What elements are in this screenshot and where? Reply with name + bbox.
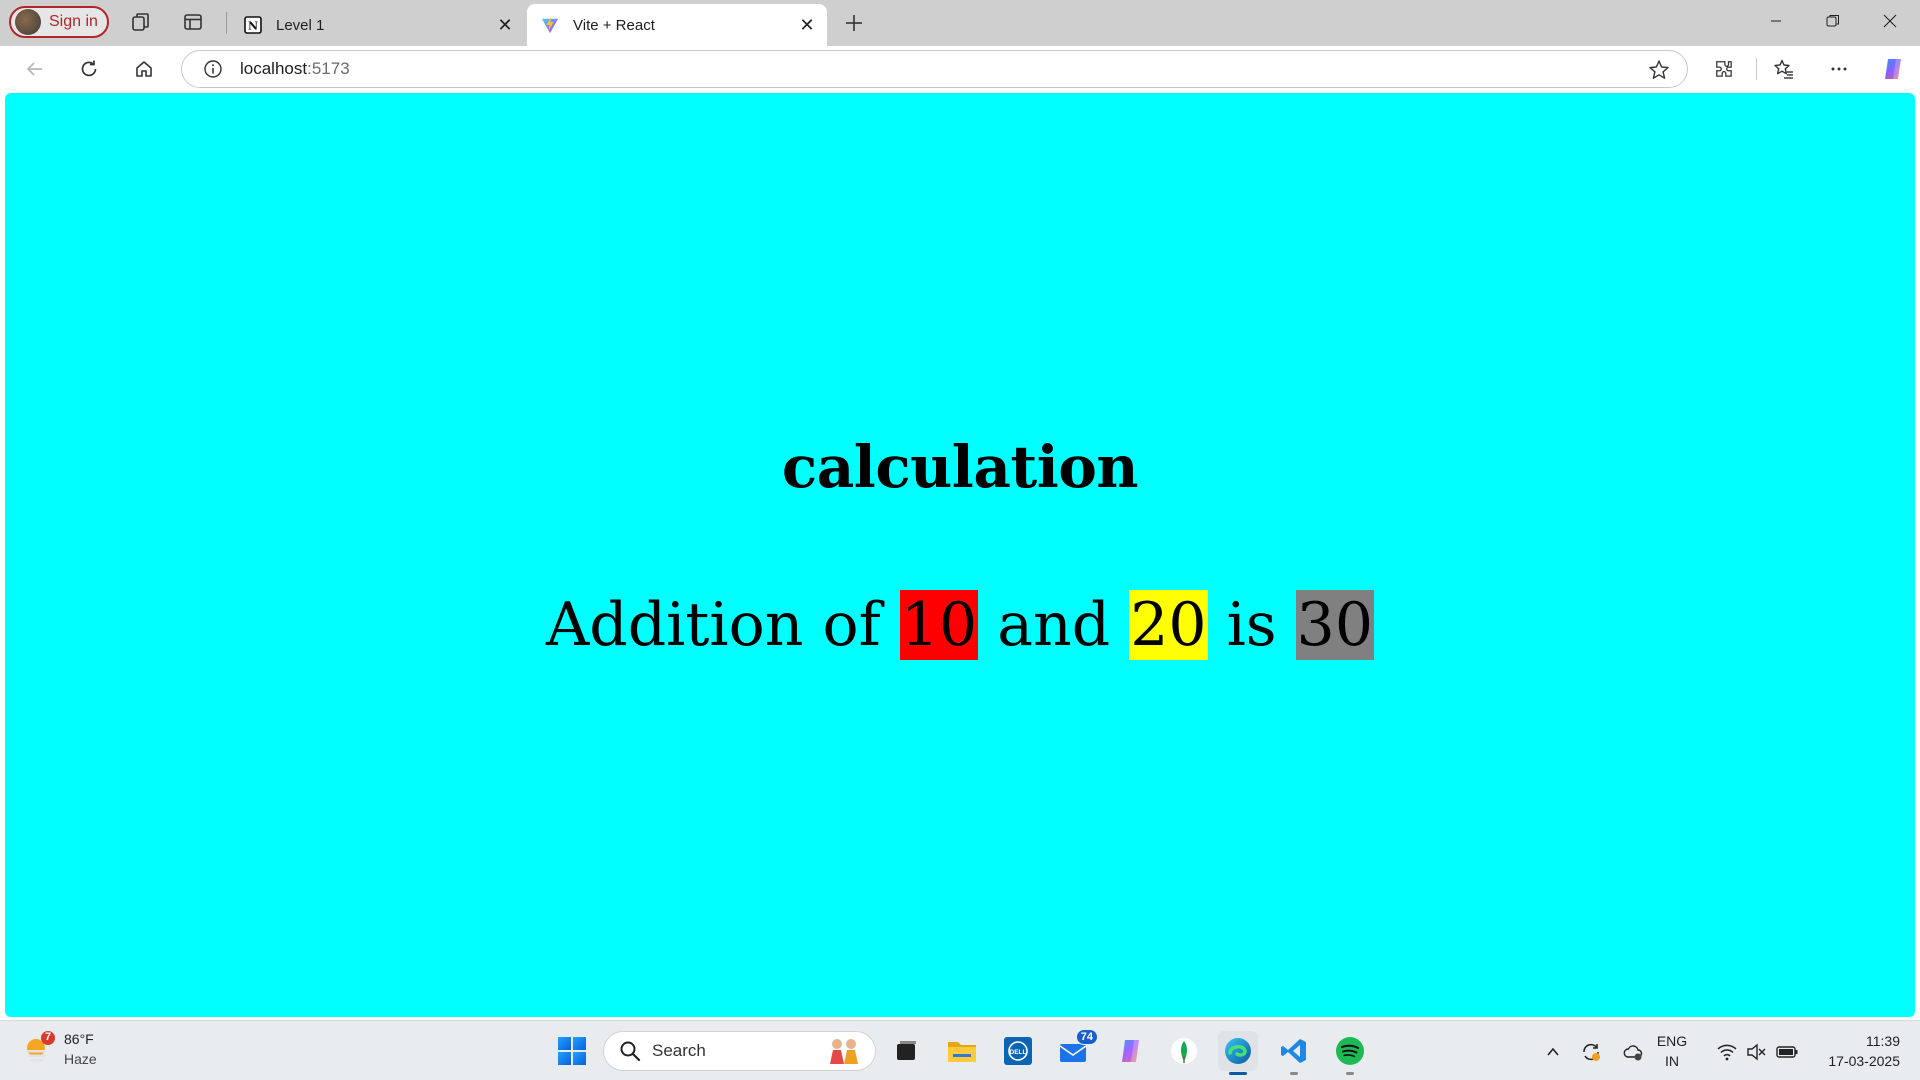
more-options-icon[interactable] <box>1822 52 1856 86</box>
sentence-prefix: Addition of <box>545 590 900 660</box>
cloud-status-icon[interactable] <box>1620 1039 1646 1065</box>
copilot-app-icon[interactable] <box>1110 1031 1150 1071</box>
tab-title: Vite + React <box>573 16 655 34</box>
navigation-toolbar: localhost:5173 <box>0 46 1920 90</box>
workspaces-icon[interactable] <box>126 9 156 35</box>
sentence-is: is <box>1207 590 1296 660</box>
notion-icon: N <box>244 16 262 34</box>
addition-sentence: Addition of 10 and 20 is 30 <box>5 590 1915 660</box>
favorite-star-icon[interactable] <box>1647 58 1671 82</box>
url-text[interactable]: localhost:5173 <box>240 59 350 79</box>
search-highlight-icon <box>827 1036 861 1066</box>
title-bar: Sign in N Level 1 ✕ Vite + React ✕ <box>0 0 1920 46</box>
sentence-and: and <box>978 590 1130 660</box>
tab-separator <box>226 12 227 34</box>
weather-condition: Haze <box>64 1051 97 1067</box>
wifi-icon[interactable] <box>1714 1039 1740 1065</box>
haze-weather-icon: 7 <box>20 1030 58 1068</box>
search-icon <box>618 1039 642 1063</box>
battery-icon[interactable] <box>1774 1039 1800 1065</box>
close-tab-icon[interactable]: ✕ <box>491 11 519 39</box>
clock-date: 17-03-2025 <box>1828 1053 1900 1069</box>
svg-text:N: N <box>248 20 258 33</box>
info-icon[interactable] <box>202 58 224 80</box>
system-clock[interactable]: 11:39 17-03-2025 <box>1810 1031 1900 1071</box>
mail-badge: 74 <box>1075 1029 1098 1045</box>
clock-time: 11:39 <box>1866 1033 1900 1049</box>
result-number: 30 <box>1295 590 1375 660</box>
restore-button[interactable] <box>1805 0 1861 42</box>
refresh-icon[interactable] <box>72 52 106 86</box>
weather-widget[interactable]: 7 86°F Haze <box>20 1029 97 1069</box>
taskbar: 7 86°F Haze Search DELL 74 ENG IN 11:39 … <box>0 1020 1920 1080</box>
spotify-icon[interactable] <box>1330 1031 1370 1075</box>
vscode-icon[interactable] <box>1274 1031 1314 1075</box>
task-view-icon[interactable] <box>886 1031 926 1071</box>
mail-icon[interactable]: 74 <box>1054 1029 1098 1071</box>
back-icon[interactable] <box>18 52 52 86</box>
language-line1: ENG <box>1656 1033 1688 1049</box>
address-bar[interactable]: localhost:5173 <box>181 50 1688 88</box>
page-viewport: calculation Addition of 10 and 20 is 30 <box>5 93 1915 1017</box>
second-number: 20 <box>1129 590 1208 660</box>
minimize-button[interactable] <box>1748 0 1804 42</box>
search-label: Search <box>652 1041 706 1060</box>
file-explorer-icon[interactable] <box>942 1031 982 1071</box>
running-indicator <box>1290 1072 1298 1075</box>
volume-muted-icon[interactable] <box>1743 1039 1769 1065</box>
profile-button[interactable]: Sign in <box>9 6 109 38</box>
tab-level-1[interactable]: N Level 1 ✕ <box>230 4 525 46</box>
extensions-icon[interactable] <box>1707 52 1741 86</box>
sync-icon[interactable] <box>1578 1039 1604 1065</box>
weather-temp: 86°F <box>64 1031 94 1047</box>
first-number: 10 <box>899 590 979 660</box>
edge-icon[interactable] <box>1218 1031 1258 1075</box>
active-indicator <box>1229 1072 1247 1075</box>
start-button[interactable] <box>552 1031 592 1071</box>
home-icon[interactable] <box>127 52 161 86</box>
weather-badge: 7 <box>44 1031 52 1043</box>
running-indicator <box>1346 1072 1354 1075</box>
copilot-icon[interactable] <box>1876 52 1910 86</box>
taskbar-search[interactable]: Search <box>603 1031 876 1071</box>
language-line2: IN <box>1665 1053 1679 1069</box>
language-indicator[interactable]: ENG IN <box>1652 1031 1692 1071</box>
page-heading: calculation <box>781 433 1139 501</box>
avatar <box>15 9 41 35</box>
show-hidden-icons-chevron-up-icon[interactable] <box>1540 1039 1566 1065</box>
svg-text:DELL: DELL <box>1010 1049 1027 1056</box>
close-tab-icon[interactable]: ✕ <box>793 11 821 39</box>
profile-label: Sign in <box>49 13 98 30</box>
tab-actions-icon[interactable] <box>178 9 208 35</box>
close-window-button[interactable] <box>1862 0 1918 42</box>
tab-vite-react[interactable]: Vite + React ✕ <box>527 4 827 46</box>
mongodb-icon[interactable] <box>1164 1031 1204 1071</box>
url-port: :5173 <box>307 59 350 78</box>
dell-icon[interactable]: DELL <box>998 1031 1038 1071</box>
new-tab-button[interactable] <box>838 7 870 39</box>
vite-icon <box>541 16 559 34</box>
tab-title: Level 1 <box>276 16 325 34</box>
toolbar-divider <box>1756 58 1757 80</box>
favorites-icon[interactable] <box>1767 52 1801 86</box>
url-host: localhost <box>240 59 308 78</box>
